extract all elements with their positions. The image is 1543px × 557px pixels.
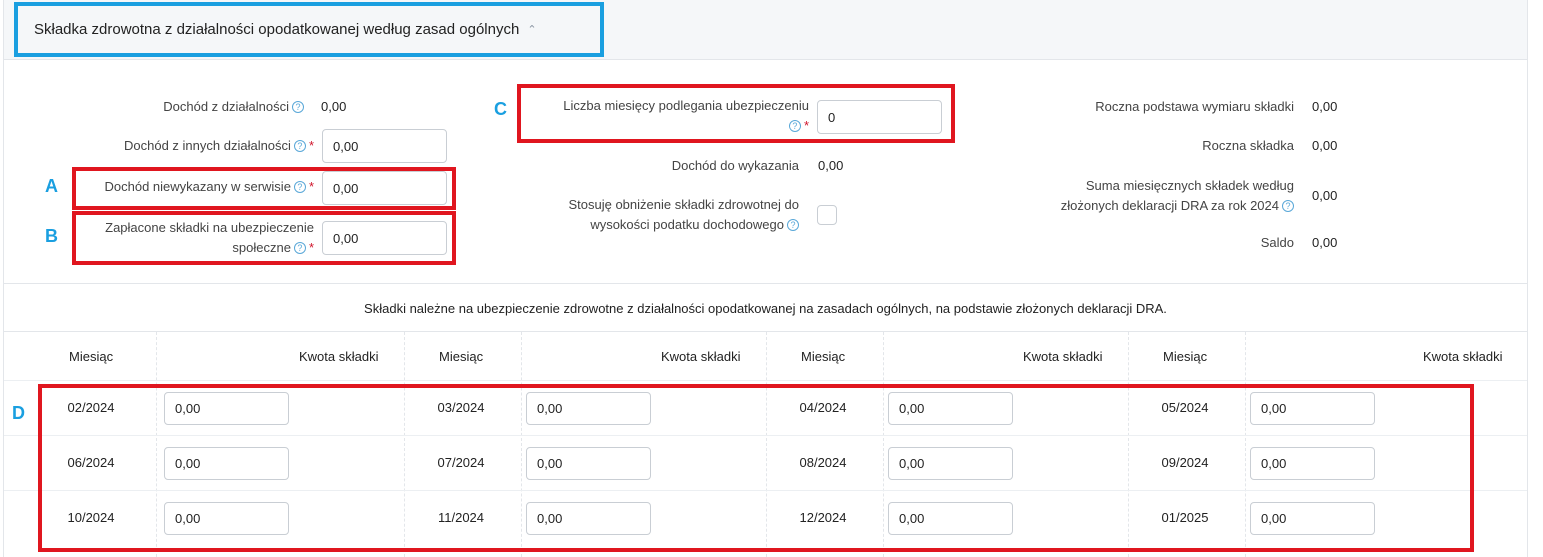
table-cell-amount-input[interactable] bbox=[1250, 392, 1375, 425]
table-cell-month: 01/2025 bbox=[1161, 510, 1209, 525]
table-cell-month: 10/2024 bbox=[67, 510, 115, 525]
column-header-amount: Kwota składki bbox=[661, 349, 741, 364]
insurance-months-label: Liczba miesięcy podlegania ubezpieczeniu… bbox=[563, 98, 809, 133]
help-icon[interactable]: ? bbox=[292, 101, 304, 113]
income-unreported-label: Dochód niewykazany w serwisie? * bbox=[104, 179, 314, 194]
annual-base-label: Roczna podstawa wymiaru składki bbox=[1095, 99, 1294, 114]
column-header-month: Miesiąc bbox=[1163, 349, 1208, 364]
column-divider bbox=[521, 332, 522, 557]
table-cell-amount-input[interactable] bbox=[888, 502, 1013, 535]
table-row-border bbox=[4, 490, 1527, 491]
help-icon[interactable]: ? bbox=[788, 120, 801, 132]
help-icon[interactable]: ? bbox=[293, 140, 306, 152]
section-toggle[interactable]: Składka zdrowotna z działalności opodatk… bbox=[14, 2, 604, 57]
column-divider bbox=[766, 332, 767, 557]
income-to-report-label: Dochód do wykazania bbox=[671, 158, 799, 173]
column-header-month: Miesiąc bbox=[439, 349, 484, 364]
reduction-label: Stosuję obniżenie składki zdrowotnej do … bbox=[568, 197, 799, 232]
income-unreported-input[interactable] bbox=[322, 171, 447, 205]
table-cell-amount-input[interactable] bbox=[526, 502, 651, 535]
panel-header: Składka zdrowotna z działalności opodatk… bbox=[4, 0, 1527, 60]
balance-label: Saldo bbox=[1260, 235, 1294, 250]
table-cell-month: 05/2024 bbox=[1161, 400, 1209, 415]
table-header-border bbox=[4, 380, 1527, 381]
table-cell-amount-input[interactable] bbox=[526, 447, 651, 480]
section-separator bbox=[4, 283, 1527, 284]
annual-contribution-label: Roczna składka bbox=[1202, 138, 1294, 153]
table-cell-month: 03/2024 bbox=[437, 400, 485, 415]
table-cell-amount-input[interactable] bbox=[888, 392, 1013, 425]
column-divider bbox=[883, 332, 884, 557]
column-header-amount: Kwota składki bbox=[299, 349, 379, 364]
table-caption: Składki należne na ubezpieczenie zdrowot… bbox=[364, 301, 1167, 316]
table-cell-amount-input[interactable] bbox=[1250, 502, 1375, 535]
column-divider bbox=[1128, 332, 1129, 557]
income-to-report-value: 0,00 bbox=[818, 158, 844, 173]
table-cell-month: 09/2024 bbox=[1161, 455, 1209, 470]
table-cell-month: 11/2024 bbox=[437, 510, 485, 525]
table-cell-month: 02/2024 bbox=[67, 400, 115, 415]
table-cell-amount-input[interactable] bbox=[1250, 447, 1375, 480]
health-contribution-panel: Składka zdrowotna z działalności opodatk… bbox=[3, 0, 1528, 557]
monthly-sum-value: 0,00 bbox=[1312, 188, 1338, 203]
column-header-month: Miesiąc bbox=[69, 349, 114, 364]
column-header-month: Miesiąc bbox=[801, 349, 846, 364]
column-header-amount: Kwota składki bbox=[1023, 349, 1103, 364]
table-cell-amount-input[interactable] bbox=[164, 392, 289, 425]
table-cell-month: 04/2024 bbox=[799, 400, 847, 415]
chevron-up-icon: ⌃ bbox=[527, 24, 537, 36]
help-icon[interactable]: ? bbox=[293, 242, 306, 254]
table-row-border bbox=[4, 435, 1527, 436]
annotation-a: A bbox=[45, 176, 58, 196]
social-contributions-label: Zapłacone składki na ubezpieczenie społe… bbox=[105, 220, 314, 255]
annotation-c: C bbox=[494, 99, 507, 119]
annotation-d: D bbox=[12, 403, 25, 423]
annual-contribution-value: 0,00 bbox=[1312, 138, 1338, 153]
table-cell-amount-input[interactable] bbox=[526, 392, 651, 425]
column-divider bbox=[404, 332, 405, 557]
help-icon[interactable]: ? bbox=[787, 219, 799, 231]
column-header-amount: Kwota składki bbox=[1423, 349, 1503, 364]
table-cell-month: 12/2024 bbox=[799, 510, 847, 525]
column-divider bbox=[156, 332, 157, 557]
insurance-months-input[interactable] bbox=[817, 100, 942, 134]
table-cell-month: 08/2024 bbox=[799, 455, 847, 470]
table-cell-month: 06/2024 bbox=[67, 455, 115, 470]
monthly-sum-label: Suma miesięcznych składek według złożony… bbox=[1060, 178, 1294, 213]
table-cell-amount-input[interactable] bbox=[164, 502, 289, 535]
column-divider bbox=[1245, 332, 1246, 557]
help-icon[interactable]: ? bbox=[1282, 200, 1294, 212]
table-cell-amount-input[interactable] bbox=[888, 447, 1013, 480]
table-cell-amount-input[interactable] bbox=[164, 447, 289, 480]
annotation-b: B bbox=[45, 226, 58, 246]
income-business-value: 0,00 bbox=[321, 99, 347, 114]
balance-value: 0,00 bbox=[1312, 235, 1338, 250]
section-title: Składka zdrowotna z działalności opodatk… bbox=[34, 21, 520, 38]
annual-base-value: 0,00 bbox=[1312, 99, 1338, 114]
income-other-label: Dochód z innych działalności? * bbox=[124, 138, 314, 153]
social-contributions-input[interactable] bbox=[322, 221, 447, 255]
help-icon[interactable]: ? bbox=[293, 181, 306, 193]
income-other-input[interactable] bbox=[322, 129, 447, 163]
reduction-checkbox[interactable] bbox=[817, 205, 837, 225]
income-business-label: Dochód z działalności? bbox=[64, 97, 304, 117]
table-cell-month: 07/2024 bbox=[437, 455, 485, 470]
